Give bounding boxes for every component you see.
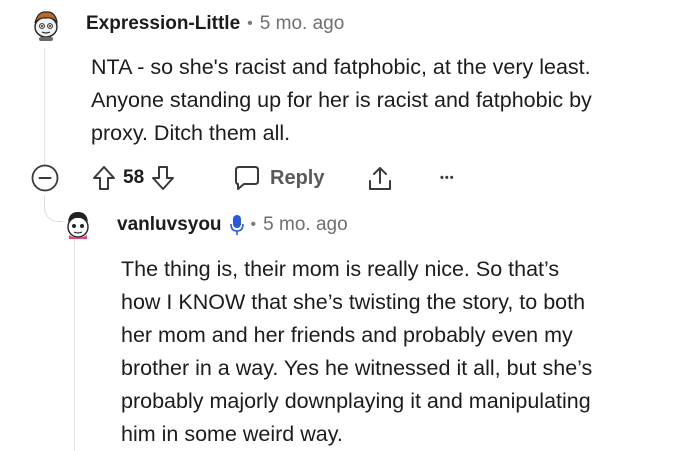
comment-meta: Expression-Little • 5 mo. ago [86,13,344,35]
reply-thread-line [74,212,75,451]
reply-button[interactable]: Reply [232,164,324,192]
comment-bubble-icon [235,166,259,190]
share-button[interactable] [366,164,394,194]
meta-separator: • [250,216,257,233]
comment-body-line: NTA - so she's racist and fatphobic, at … [91,55,591,79]
vote-count: 58 [123,167,145,188]
reply-thread-connector [44,195,63,222]
reply-body-line: probably majorly downplaying it and mani… [121,389,591,413]
reply-timestamp[interactable]: 5 mo. ago [263,214,348,236]
snoo-avatar-icon [67,212,89,239]
reply-body-line: brother in a way. Yes he witnessed it al… [121,356,593,380]
share-icon [369,167,391,190]
snoo-avatar-icon [34,11,58,41]
reply-meta: vanluvsyou • 5 mo. ago [117,214,348,236]
more-options-button[interactable]: ••• [440,172,455,184]
downvote-arrow-icon [152,166,175,190]
comment-username[interactable]: Expression-Little [86,13,240,35]
reply-body-line: how I KNOW that she’s twisting the story… [121,290,586,314]
mic-badge-icon [229,214,244,236]
reply-body-line: her mom and her friends and probably eve… [121,323,573,347]
comment-timestamp[interactable]: 5 mo. ago [260,13,345,35]
avatar[interactable] [30,7,62,41]
vote-group: 58 [91,164,176,192]
reply-body: The thing is, their mom is really nice. … [121,253,691,451]
upvote-button[interactable] [91,164,117,192]
comment-body-line: Anyone standing up for her is racist and… [91,88,592,112]
reply-avatar[interactable] [63,208,93,240]
thread-line [44,48,45,168]
collapse-thread-button[interactable] [30,163,60,193]
collapse-icon [31,164,59,192]
reply-body-line: him in some weird way. [121,422,343,446]
reply-label: Reply [270,166,325,189]
reply-username[interactable]: vanluvsyou [117,214,222,236]
comment-body-line: proxy. Ditch them all. [91,121,291,145]
downvote-button[interactable] [150,164,176,192]
meta-separator: • [247,15,253,32]
reply-body-line: The thing is, their mom is really nice. … [121,257,560,281]
comment-body: NTA - so she's racist and fatphobic, at … [91,51,691,150]
upvote-arrow-icon [93,166,115,190]
